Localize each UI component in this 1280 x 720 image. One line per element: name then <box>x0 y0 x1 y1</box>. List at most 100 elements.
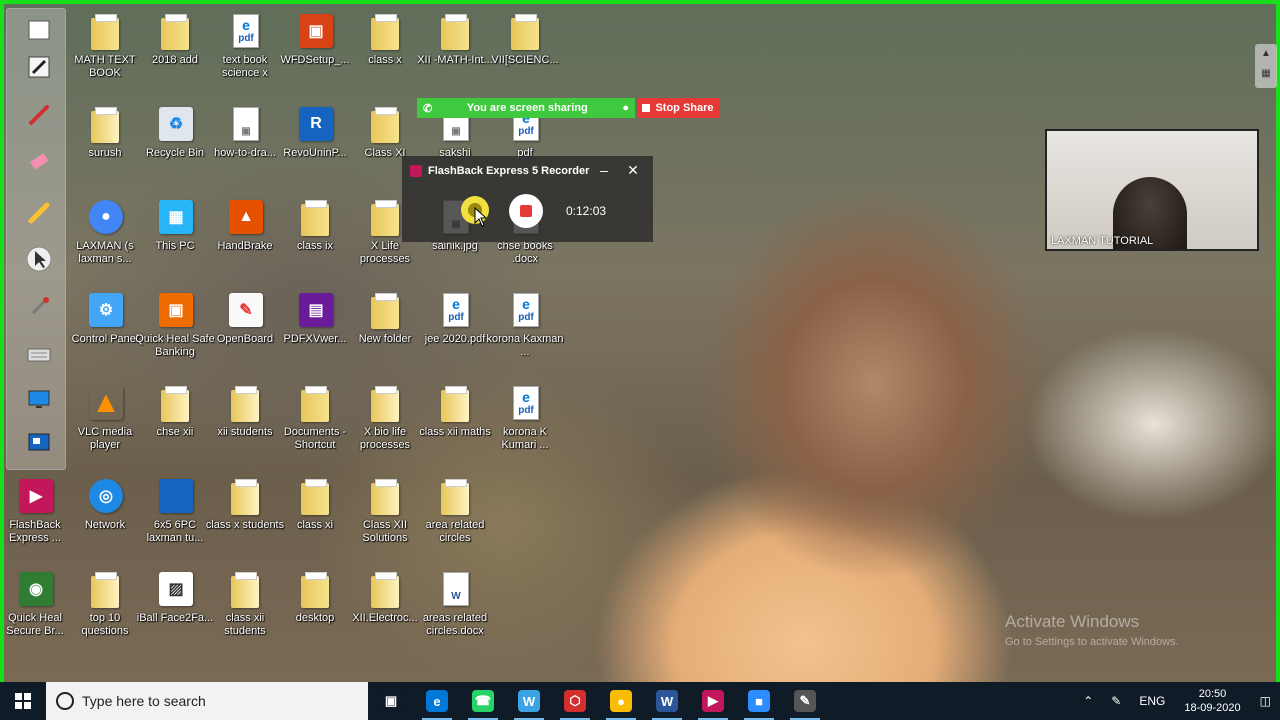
edit-icon[interactable] <box>21 49 57 85</box>
desktop-icon[interactable]: e pdf text book science x <box>205 10 285 80</box>
expand-icon: ▲ <box>1261 48 1271 59</box>
taskbar-task-view-button[interactable]: ▣ <box>368 682 414 720</box>
taskbar-openboard-button[interactable]: ✎ <box>782 682 828 720</box>
desktop-icon[interactable]: MATH TEXT BOOK <box>65 10 145 80</box>
folder-icon <box>295 475 335 517</box>
desktop-icon[interactable]: Documents - Shortcut <box>275 382 355 452</box>
desktop-icon[interactable]: VII[SCIENC... <box>485 10 565 67</box>
language-indicator[interactable]: ENG <box>1130 694 1174 708</box>
desktop-icon[interactable]: 2018 add <box>135 10 215 67</box>
desktop-icon[interactable]: class xii maths <box>415 382 495 439</box>
highlighter-icon[interactable] <box>21 195 57 231</box>
folder-icon <box>155 10 195 52</box>
doc-icon <box>365 475 405 517</box>
recorder-title-bar[interactable]: FlashBack Express 5 Recorder <box>410 161 589 181</box>
desktop-icon[interactable]: ◎ Network <box>65 475 145 532</box>
stop-record-button[interactable] <box>509 194 543 228</box>
desktop-icon[interactable]: Wareas related circles.docx <box>415 568 495 638</box>
sharing-status[interactable]: ✆ You are screen sharing ● <box>417 98 635 118</box>
taskbar-word-button[interactable]: W <box>644 682 690 720</box>
flashback-logo-icon <box>410 165 422 177</box>
desktop-icon[interactable]: X bio life processes <box>345 382 425 452</box>
desktop-icon[interactable]: R RevoUninP... <box>275 103 355 160</box>
desktop-icon[interactable]: surush <box>65 103 145 160</box>
pen-icon[interactable]: ✎ <box>1102 694 1130 708</box>
desktop-icon[interactable]: XII -MATH-Int... <box>415 10 495 67</box>
desktop-icon[interactable]: e pdf korona Kaxman ... <box>485 289 565 359</box>
desktop-icon[interactable]: ▲ HandBrake <box>205 196 285 253</box>
revo-icon: R <box>295 103 335 145</box>
desktop-icon-label: area related circles <box>425 519 485 544</box>
close-button[interactable]: ✕ <box>622 159 644 181</box>
desktop-icon[interactable]: Class XI <box>345 103 425 160</box>
desktop-icon[interactable]: class x students <box>205 475 285 532</box>
desktop-icon[interactable]: Class XII Solutions <box>345 475 425 545</box>
desktop-icon[interactable]: 6x5 6PC laxman tu... <box>135 475 215 545</box>
desktop-icon[interactable]: ▣ Quick Heal Safe Banking <box>135 289 215 359</box>
taskbar-webex-button[interactable]: W <box>506 682 552 720</box>
desktop-icon-label: 2018 add <box>152 54 198 66</box>
taskbar-chrome-button[interactable]: ● <box>598 682 644 720</box>
desktop-icon[interactable]: ▨ iBall Face2Fa... <box>135 568 215 625</box>
desktop-icon[interactable]: ▦ This PC <box>135 196 215 253</box>
folder-icon <box>295 568 335 610</box>
webcam-preview[interactable]: LAXMAN TUTORIAL <box>1045 129 1259 251</box>
whatsapp-icon: ☎ <box>472 690 494 712</box>
desktop-icon[interactable]: class x <box>345 10 425 67</box>
notification-icon[interactable]: ◫ <box>1251 694 1280 708</box>
stop-share-button[interactable]: Stop Share <box>637 98 719 118</box>
edge-icon: e <box>426 690 448 712</box>
desktop-icon-label: korona K Kumari ... <box>501 426 549 451</box>
desktop-icon-label: class xii students <box>224 612 266 637</box>
doc-icon <box>85 103 125 145</box>
desktop-icon[interactable]: class xi <box>275 475 355 532</box>
pointer-icon[interactable] <box>21 241 57 277</box>
desktop-icon[interactable]: ◉ Quick Heal Secure Br... <box>0 568 75 638</box>
taskbar-search-box[interactable]: Type here to search <box>46 682 368 720</box>
minimize-button[interactable]: – <box>593 159 615 181</box>
desktop-icon[interactable]: desktop <box>275 568 355 625</box>
chrome-icon: ● <box>610 690 632 712</box>
screen-icon[interactable] <box>21 381 57 417</box>
desktop-icon[interactable]: ⚙ Control Panel <box>65 289 145 346</box>
desktop-icon[interactable]: xii students <box>205 382 285 439</box>
clock[interactable]: 20:50 18-09-2020 <box>1174 687 1250 715</box>
desktop-icon-label: Quick Heal Safe Banking <box>135 333 215 358</box>
keyboard-icon[interactable] <box>21 337 57 373</box>
desktop-icon[interactable]: e pdf jee 2020.pdf <box>415 289 495 346</box>
taskbar-zoom-button[interactable]: ■ <box>736 682 782 720</box>
search-placeholder: Type here to search <box>82 693 206 709</box>
desktop-icon[interactable]: top 10 questions <box>65 568 145 638</box>
desktop-mode-icon[interactable] <box>21 425 57 461</box>
board-icon[interactable] <box>21 13 57 49</box>
taskbar-whatsapp-button[interactable]: ☎ <box>460 682 506 720</box>
desktop-icon[interactable]: ♻ Recycle Bin <box>135 103 215 160</box>
taskbar-pdf-reader-button[interactable]: ⬡ <box>552 682 598 720</box>
eraser-icon[interactable] <box>21 143 57 179</box>
desktop-icon-label: class xi <box>296 519 334 531</box>
taskbar-edge-button[interactable]: e <box>414 682 460 720</box>
desktop-icon[interactable]: ▣ WFDSetup_... <box>275 10 355 67</box>
desktop-icon[interactable]: ✎ OpenBoard <box>205 289 285 346</box>
edge-widget[interactable]: ▲ ▦ <box>1255 44 1277 88</box>
desktop-icon[interactable]: ▤ PDFXVwer... <box>275 289 355 346</box>
desktop-icon[interactable]: class xii students <box>205 568 285 638</box>
desktop-icon[interactable]: chse xii <box>135 382 215 439</box>
desktop-icon-label: RevoUninP... <box>283 147 347 159</box>
desktop-icon[interactable]: ● LAXMAN (s laxman s... <box>65 196 145 266</box>
desktop-icon[interactable]: ▶ FlashBack Express ... <box>0 475 75 545</box>
laser-icon[interactable] <box>21 289 57 325</box>
desktop-icon[interactable]: area related circles <box>415 475 495 545</box>
show-hidden-icons-icon[interactable]: ⌃ <box>1074 694 1102 708</box>
desktop-icon[interactable]: ▲ VLC media player <box>65 382 145 452</box>
desktop-icon[interactable]: class ix <box>275 196 355 253</box>
taskbar-flashback-button[interactable]: ▶ <box>690 682 736 720</box>
start-button[interactable] <box>0 682 46 720</box>
openboard-icon: ✎ <box>225 289 265 331</box>
desktop-icon[interactable]: New folder <box>345 289 425 346</box>
red-pen-icon[interactable] <box>21 97 57 133</box>
desktop-icon[interactable]: ▣ how-to-dra... <box>205 103 285 160</box>
recorder-title: FlashBack Express 5 Recorder <box>428 165 590 177</box>
desktop-icon[interactable]: XII.Electroc... <box>345 568 425 625</box>
desktop-icon[interactable]: e pdf korona K Kumari ... <box>485 382 565 452</box>
